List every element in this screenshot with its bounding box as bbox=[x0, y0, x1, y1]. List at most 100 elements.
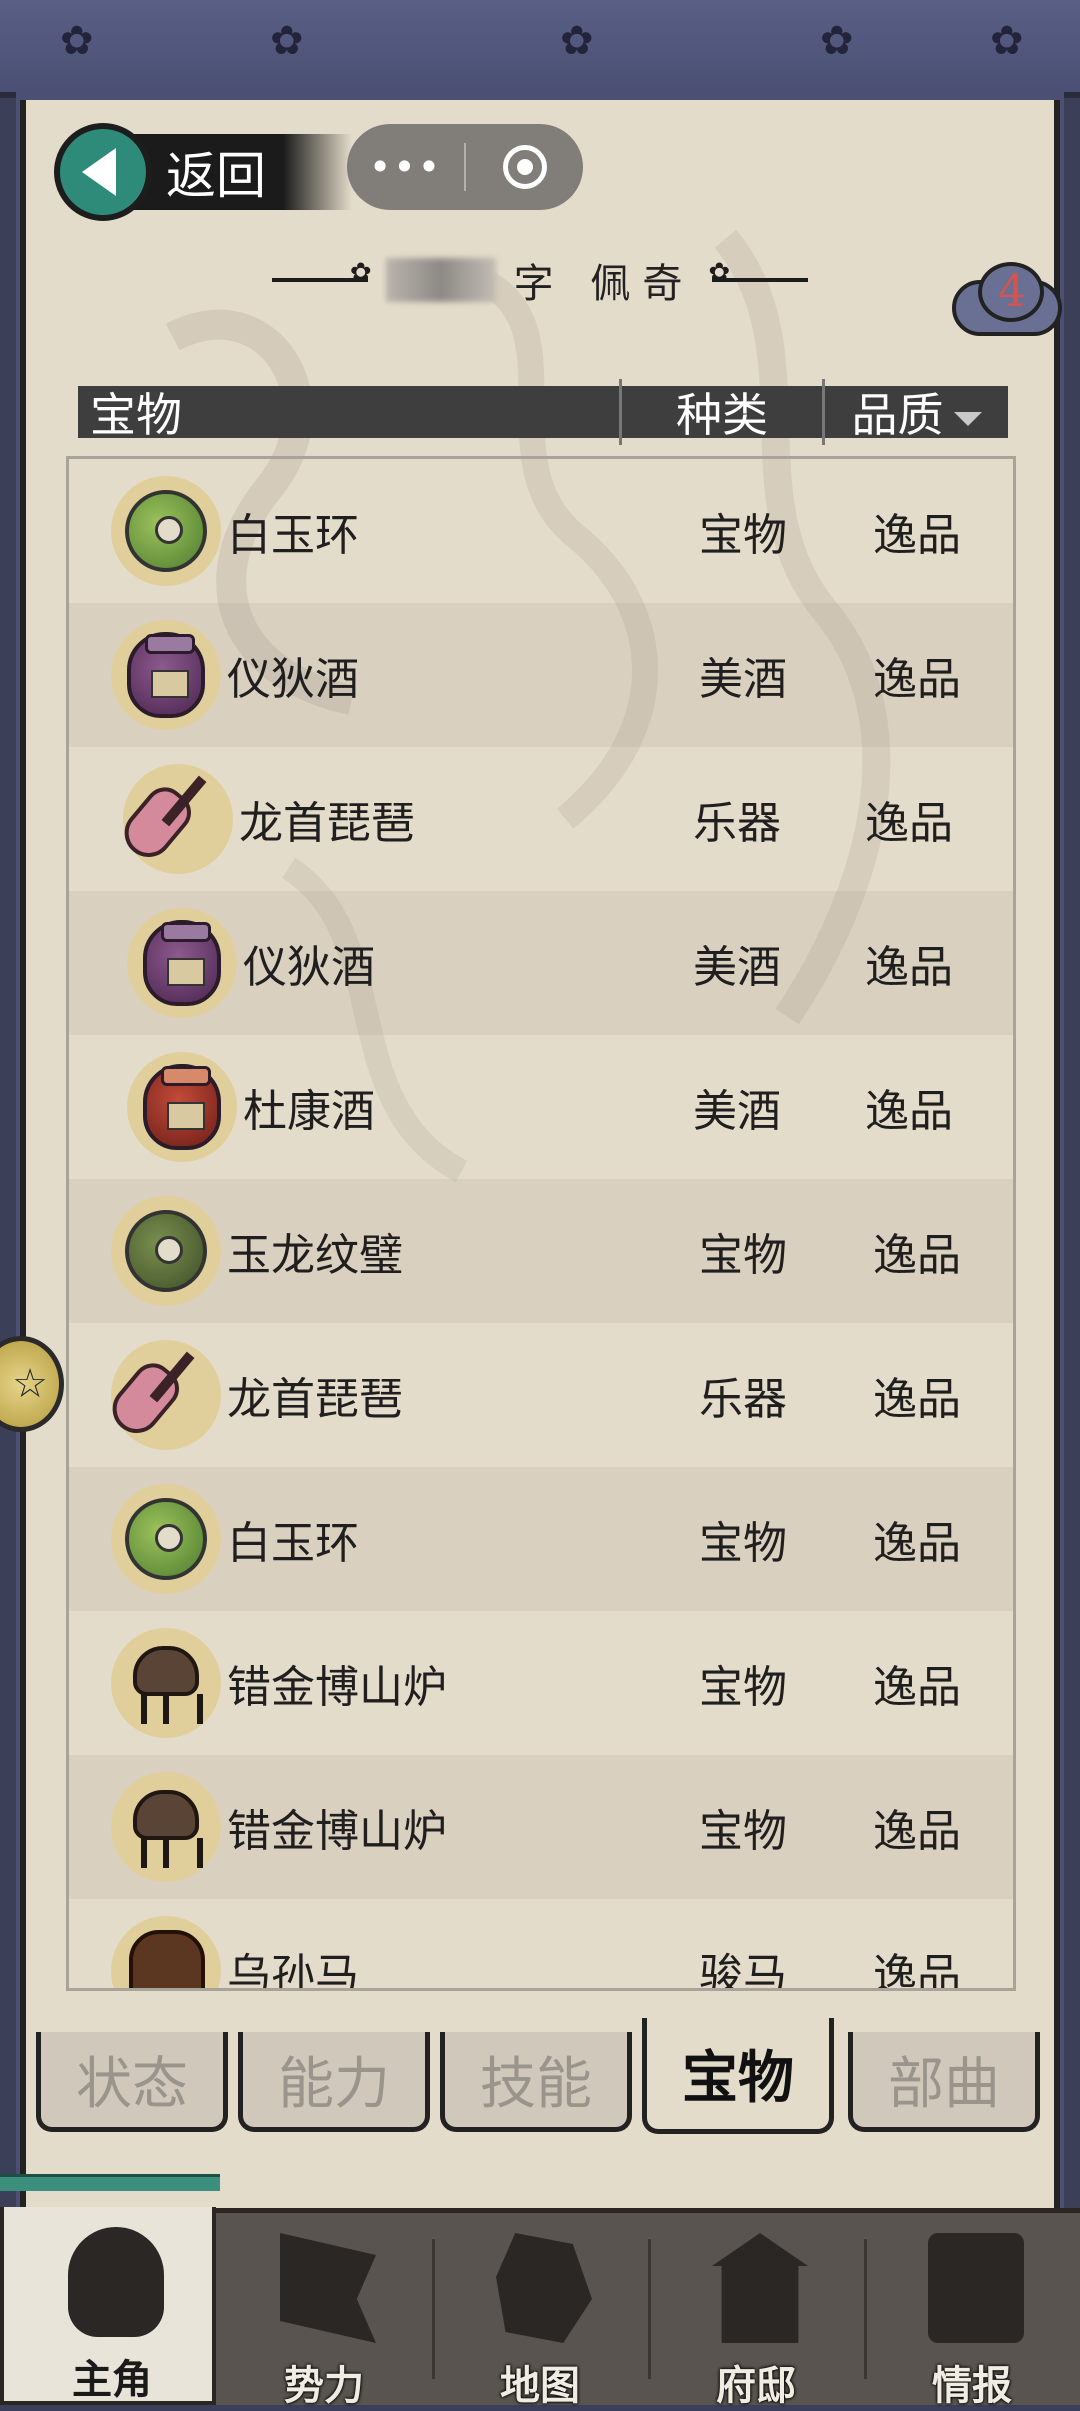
character-tabs: 状态 能力 技能 宝物 部曲 bbox=[26, 2014, 1056, 2144]
nav-label: 地图 bbox=[500, 2362, 580, 2409]
wine-jar-icon bbox=[111, 620, 221, 730]
item-name: 白玉环 bbox=[227, 510, 359, 561]
list-item[interactable]: 错金博山炉 宝物 逸品 bbox=[69, 1611, 1013, 1755]
column-header-type[interactable]: 种类 bbox=[619, 379, 825, 445]
miniprogram-capsule: ••• bbox=[347, 124, 583, 210]
item-type: 美酒 bbox=[693, 1086, 781, 1137]
character-name: 字 佩奇 bbox=[513, 261, 695, 307]
item-name: 乌孙马 bbox=[227, 1950, 359, 1991]
list-item[interactable]: 白玉环 宝物 逸品 bbox=[69, 1467, 1013, 1611]
badge-count: 4 bbox=[998, 266, 1026, 317]
list-item[interactable]: 仪狄酒 美酒 逸品 bbox=[69, 891, 1013, 1035]
item-quality: 逸品 bbox=[865, 798, 953, 849]
nav-label: 府邸 bbox=[716, 2362, 796, 2409]
nav-intel[interactable]: 情报 bbox=[864, 2213, 1080, 2409]
pipa-icon bbox=[114, 764, 233, 874]
item-name: 玉龙纹璧 bbox=[227, 1230, 403, 1281]
item-name: 仪狄酒 bbox=[227, 654, 359, 705]
item-quality: 逸品 bbox=[873, 1518, 961, 1569]
nav-mansion[interactable]: 府邸 bbox=[648, 2213, 864, 2409]
list-item[interactable]: 龙首琵琶 乐器 逸品 bbox=[69, 747, 1013, 891]
quality-header-label: 品质 bbox=[851, 388, 944, 442]
censer-icon bbox=[111, 1772, 221, 1882]
target-icon bbox=[502, 145, 547, 189]
item-quality: 逸品 bbox=[873, 654, 961, 705]
list-item[interactable]: 白玉环 宝物 逸品 bbox=[69, 459, 1013, 603]
item-name: 杜康酒 bbox=[243, 1086, 375, 1137]
nav-map[interactable]: 地图 bbox=[432, 2213, 648, 2409]
item-type: 美酒 bbox=[693, 942, 781, 993]
star-icon: ☆ bbox=[12, 1361, 48, 1407]
scroll-icon bbox=[928, 2233, 1024, 2343]
nav-label: 主角 bbox=[72, 2356, 152, 2403]
list-item[interactable]: 仪狄酒 美酒 逸品 bbox=[69, 603, 1013, 747]
top-decorative-border: ✿ ✿ ✿ ✿ ✿ bbox=[0, 0, 1080, 98]
flower-icon: ✿ bbox=[820, 18, 854, 64]
nav-label: 势力 bbox=[284, 2362, 364, 2409]
close-miniprogram-button[interactable] bbox=[466, 145, 583, 189]
blurred-name bbox=[385, 258, 496, 302]
item-quality: 逸品 bbox=[865, 1086, 953, 1137]
item-name: 龙首琵琶 bbox=[239, 798, 415, 849]
wine-jar-icon bbox=[127, 908, 237, 1018]
jade-ring-icon bbox=[111, 476, 221, 586]
tab-troops[interactable]: 部曲 bbox=[848, 2032, 1040, 2132]
censer-icon bbox=[111, 1628, 221, 1738]
horse-icon bbox=[111, 1916, 221, 1988]
item-quality: 逸品 bbox=[873, 510, 961, 561]
nav-faction[interactable]: 势力 bbox=[216, 2213, 432, 2409]
tab-treasure[interactable]: 宝物 bbox=[642, 2018, 834, 2134]
character-name-row: 字 佩奇 bbox=[240, 250, 840, 310]
item-name: 错金博山炉 bbox=[227, 1662, 447, 1713]
item-quality: 逸品 bbox=[873, 1806, 961, 1857]
item-type: 乐器 bbox=[699, 1374, 787, 1425]
nav-label: 情报 bbox=[932, 2362, 1012, 2409]
item-quality: 逸品 bbox=[865, 942, 953, 993]
flower-icon: ✿ bbox=[270, 18, 304, 64]
item-name: 白玉环 bbox=[227, 1518, 359, 1569]
item-quality: 逸品 bbox=[873, 1230, 961, 1281]
pipa-icon bbox=[102, 1340, 221, 1450]
left-ornament-icon bbox=[271, 258, 372, 288]
column-header-name: 宝物 bbox=[90, 388, 182, 442]
decorative-strip bbox=[0, 2174, 220, 2191]
bottom-navigation: 主角 势力 地图 府邸 情报 bbox=[0, 2207, 1080, 2409]
tab-ability[interactable]: 能力 bbox=[238, 2032, 430, 2132]
jade-ring-icon bbox=[111, 1484, 221, 1594]
item-name: 错金博山炉 bbox=[227, 1806, 447, 1857]
back-arrow-icon bbox=[54, 123, 152, 221]
table-header: 宝物 种类 品质 bbox=[78, 379, 1008, 445]
list-item[interactable]: 错金博山炉 宝物 逸品 bbox=[69, 1755, 1013, 1899]
item-type: 美酒 bbox=[699, 654, 787, 705]
red-wine-jar-icon bbox=[127, 1052, 237, 1162]
tab-skill[interactable]: 技能 bbox=[440, 2032, 632, 2132]
list-item[interactable]: 龙首琵琶 乐器 逸品 bbox=[69, 1323, 1013, 1467]
more-options-button[interactable]: ••• bbox=[347, 145, 464, 189]
jade-disc-icon bbox=[111, 1196, 221, 1306]
cloud-badge[interactable]: 4 bbox=[952, 256, 1070, 342]
mansion-icon bbox=[712, 2233, 808, 2343]
list-item[interactable]: 乌孙马 骏马 逸品 bbox=[69, 1899, 1013, 1991]
item-type: 宝物 bbox=[699, 1662, 787, 1713]
list-item[interactable]: 杜康酒 美酒 逸品 bbox=[69, 1035, 1013, 1179]
tab-status[interactable]: 状态 bbox=[36, 2032, 228, 2132]
item-type: 乐器 bbox=[693, 798, 781, 849]
back-label: 返回 bbox=[122, 134, 352, 210]
right-ornament-icon bbox=[708, 258, 809, 288]
item-type: 宝物 bbox=[699, 1806, 787, 1857]
helmet-icon bbox=[68, 2227, 164, 2337]
item-name: 仪狄酒 bbox=[243, 942, 375, 993]
treasure-list[interactable]: 白玉环 宝物 逸品 仪狄酒 美酒 逸品 龙首琵琶 乐器 逸品 仪狄酒 美酒 逸品… bbox=[66, 456, 1016, 1991]
list-item[interactable]: 玉龙纹璧 宝物 逸品 bbox=[69, 1179, 1013, 1323]
item-quality: 逸品 bbox=[873, 1374, 961, 1425]
column-header-quality[interactable]: 品质 bbox=[825, 379, 1008, 445]
item-type: 宝物 bbox=[699, 1518, 787, 1569]
item-name: 龙首琵琶 bbox=[227, 1374, 403, 1425]
map-icon bbox=[496, 2233, 592, 2343]
item-type: 宝物 bbox=[699, 1230, 787, 1281]
item-type: 骏马 bbox=[699, 1950, 787, 1991]
item-quality: 逸品 bbox=[873, 1950, 961, 1991]
nav-protagonist[interactable]: 主角 bbox=[0, 2207, 216, 2405]
flower-icon: ✿ bbox=[990, 18, 1024, 64]
back-button[interactable]: 返回 bbox=[54, 122, 354, 222]
